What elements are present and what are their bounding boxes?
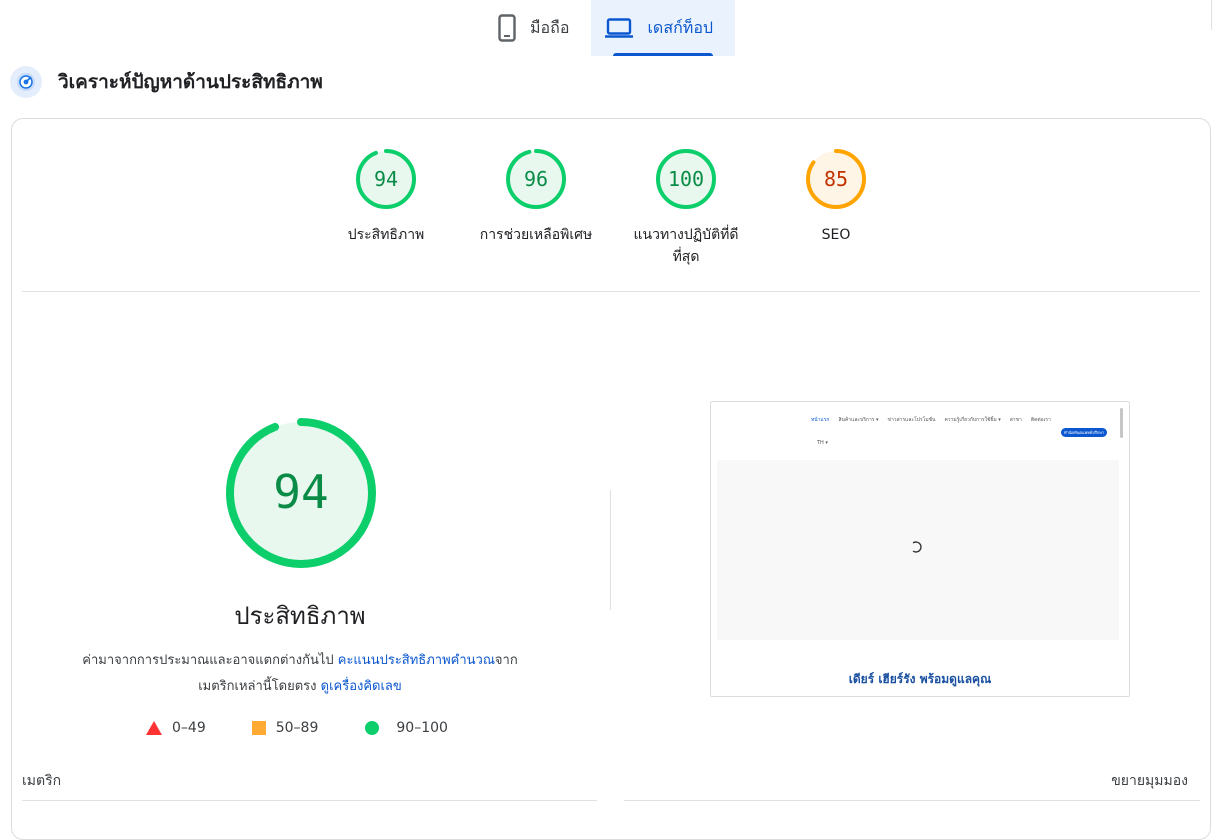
vertical-separator xyxy=(610,490,611,610)
gauge-score: 96 xyxy=(523,167,549,191)
legend-range: 0–49 xyxy=(172,720,206,736)
legend-item-pass: 90–100 xyxy=(364,720,448,736)
section-title: วิเคราะห์ปัญหาด้านประสิทธิภาพ xyxy=(58,71,323,93)
gauge-seo[interactable]: 85 SEO xyxy=(771,148,901,246)
gauge-label: ประสิทธิภาพ xyxy=(347,227,425,243)
gauge-label: แนวทางปฏิบัติที่ดีที่สุด xyxy=(633,227,739,265)
gauge-best-practices[interactable]: 100 แนวทางปฏิบัติที่ดีที่สุด xyxy=(621,148,751,268)
gauge-label: SEO xyxy=(821,227,851,243)
mobile-icon xyxy=(498,14,516,42)
gauge-score: 94 xyxy=(373,167,399,191)
tab-desktop[interactable]: เดสก์ท็อป xyxy=(591,0,736,56)
desc-text: เมตริกเหล่านี้โดยตรง xyxy=(198,679,321,694)
screenshot-nav-item: ความรู้เกี่ยวกับการใช้ยิ้ม ▾ xyxy=(944,417,1001,423)
gauge-label: การช่วยเหลือพิเศษ xyxy=(479,227,593,243)
metrics-divider xyxy=(624,800,1200,801)
tab-desktop-label: เดสก์ท็อป xyxy=(647,17,714,37)
screenshot-nav-item: ติดต่อเรา xyxy=(1030,417,1051,423)
desc-text: จาก xyxy=(494,653,518,668)
gauge-score: 85 xyxy=(823,167,849,191)
calculator-link[interactable]: ดูเครื่องคิดเลข xyxy=(321,679,402,694)
metrics-heading: เมตริก xyxy=(22,773,62,789)
screenshot-tagline: เดียร์ เฮียร์รัง พร้อมดูแลคุณ xyxy=(848,672,992,686)
gauges-divider xyxy=(22,291,1200,292)
main-title: ประสิทธิภาพ xyxy=(234,602,366,630)
section-header: วิเคราะห์ปัญหาด้านประสิทธิภาพ xyxy=(10,66,323,98)
tab-mobile[interactable]: มือถือ xyxy=(484,0,591,56)
desktop-icon xyxy=(605,18,634,38)
gauge-accessibility[interactable]: 96 การช่วยเหลือพิเศษ xyxy=(471,148,601,246)
circle-icon xyxy=(365,721,380,735)
legend-range: 90–100 xyxy=(396,720,448,736)
gauge-performance[interactable]: 94 ประสิทธิภาพ xyxy=(321,148,451,246)
performance-icon xyxy=(10,66,42,98)
legend-item-average: 50–89 xyxy=(251,720,319,736)
score-description: ค่ามาจากการประมาณและอาจแตกต่างกันไป คะแน… xyxy=(40,648,560,700)
legend-range: 50–89 xyxy=(275,720,319,736)
square-icon xyxy=(251,721,266,735)
screenshot-nav-item: หน้าแรก xyxy=(811,417,830,423)
screenshot-nav-item: ข่าวสารและโปรโมชั่น xyxy=(887,417,936,423)
tab-mobile-label: มือถือ xyxy=(530,17,570,37)
desc-text: ค่ามาจากการประมาณและอาจแตกต่างกันไป xyxy=(82,653,338,668)
screenshot-nav-item: สินค้าและบริการ ▾ xyxy=(838,417,879,423)
loading-spinner-icon xyxy=(912,541,922,553)
gauge-score: 100 xyxy=(667,167,705,191)
screenshot-nav-item: สาขา xyxy=(1009,417,1022,423)
metrics-divider xyxy=(22,800,597,801)
expand-view-toggle[interactable]: ขยายมุมมอง xyxy=(1040,770,1188,792)
score-calc-link[interactable]: คะแนนประสิทธิภาพคำนวณ xyxy=(338,653,495,668)
score-legend: 0–49 50–89 90–100 xyxy=(146,720,494,736)
screenshot-language: TH ▾ xyxy=(817,440,828,446)
legend-item-fail: 0–49 xyxy=(146,720,206,736)
screenshot-cta-button: ทำนัดทันตแพทย์ปรึกษา xyxy=(1061,428,1107,437)
main-score: 94 xyxy=(273,465,329,519)
edge-divider xyxy=(1211,0,1212,30)
page-screenshot[interactable]: หน้าแรก สินค้าและบริการ ▾ ข่าวสารและโปรโ… xyxy=(710,401,1130,697)
device-tabs: มือถือ เดสก์ท็อป xyxy=(484,0,736,56)
screenshot-nav: หน้าแรก สินค้าและบริการ ▾ ข่าวสารและโปรโ… xyxy=(811,416,1117,424)
screenshot-scrollbar xyxy=(1120,408,1123,438)
triangle-icon xyxy=(146,721,162,735)
